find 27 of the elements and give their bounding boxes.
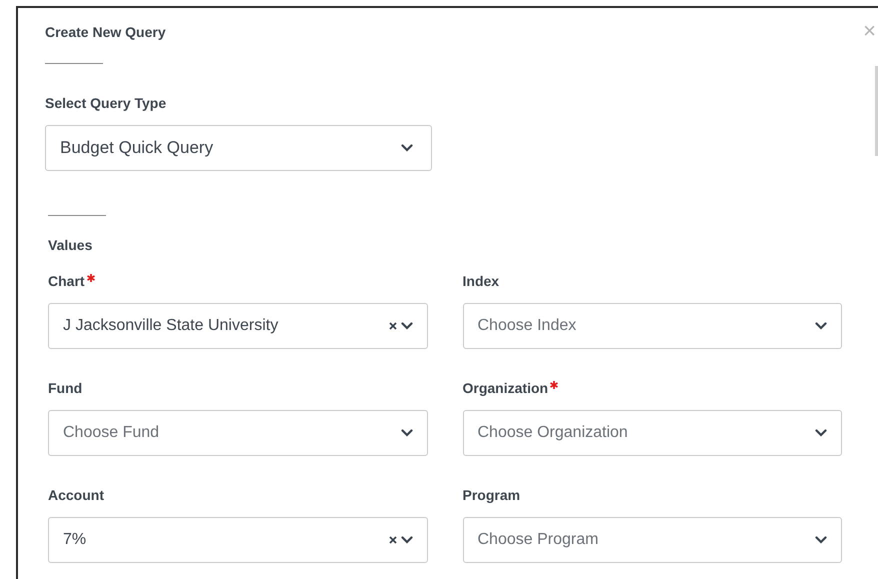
required-asterisk-icon — [550, 381, 558, 389]
dropdown-field[interactable]: Choose Program — [462, 517, 842, 563]
field-label: Index — [462, 272, 500, 291]
dropdown-field[interactable]: Choose Index — [462, 303, 842, 349]
query-type-dropdown[interactable]: Budget Quick Query — [45, 125, 432, 171]
field-label: Program — [462, 486, 520, 505]
field-label: Chart — [48, 272, 85, 291]
clear-icon[interactable] — [388, 322, 396, 330]
chevron-down-icon — [815, 429, 827, 437]
field-label: Select Query Type — [45, 94, 168, 112]
chevron-down-icon — [400, 429, 412, 437]
dropdown-field[interactable]: Choose Organization — [462, 410, 842, 456]
chevron-down-icon — [401, 144, 413, 152]
dropdown-field[interactable]: 7% — [48, 517, 428, 563]
dialog-title: Create New Query — [45, 23, 167, 41]
dropdown-field[interactable]: Choose Fund — [48, 410, 428, 456]
chevron-down-icon — [400, 322, 412, 330]
chevron-down-icon — [400, 536, 412, 544]
field-label: Account — [48, 486, 104, 505]
field-label: Fund — [48, 379, 82, 398]
clear-icon[interactable] — [388, 536, 396, 544]
required-asterisk-icon — [86, 274, 95, 282]
dropdown-field[interactable]: J Jacksonville State University — [48, 303, 428, 349]
field-label: Organization — [462, 379, 548, 398]
chevron-down-icon — [815, 322, 827, 330]
section-heading: Values — [48, 236, 94, 254]
chevron-down-icon — [815, 536, 827, 544]
